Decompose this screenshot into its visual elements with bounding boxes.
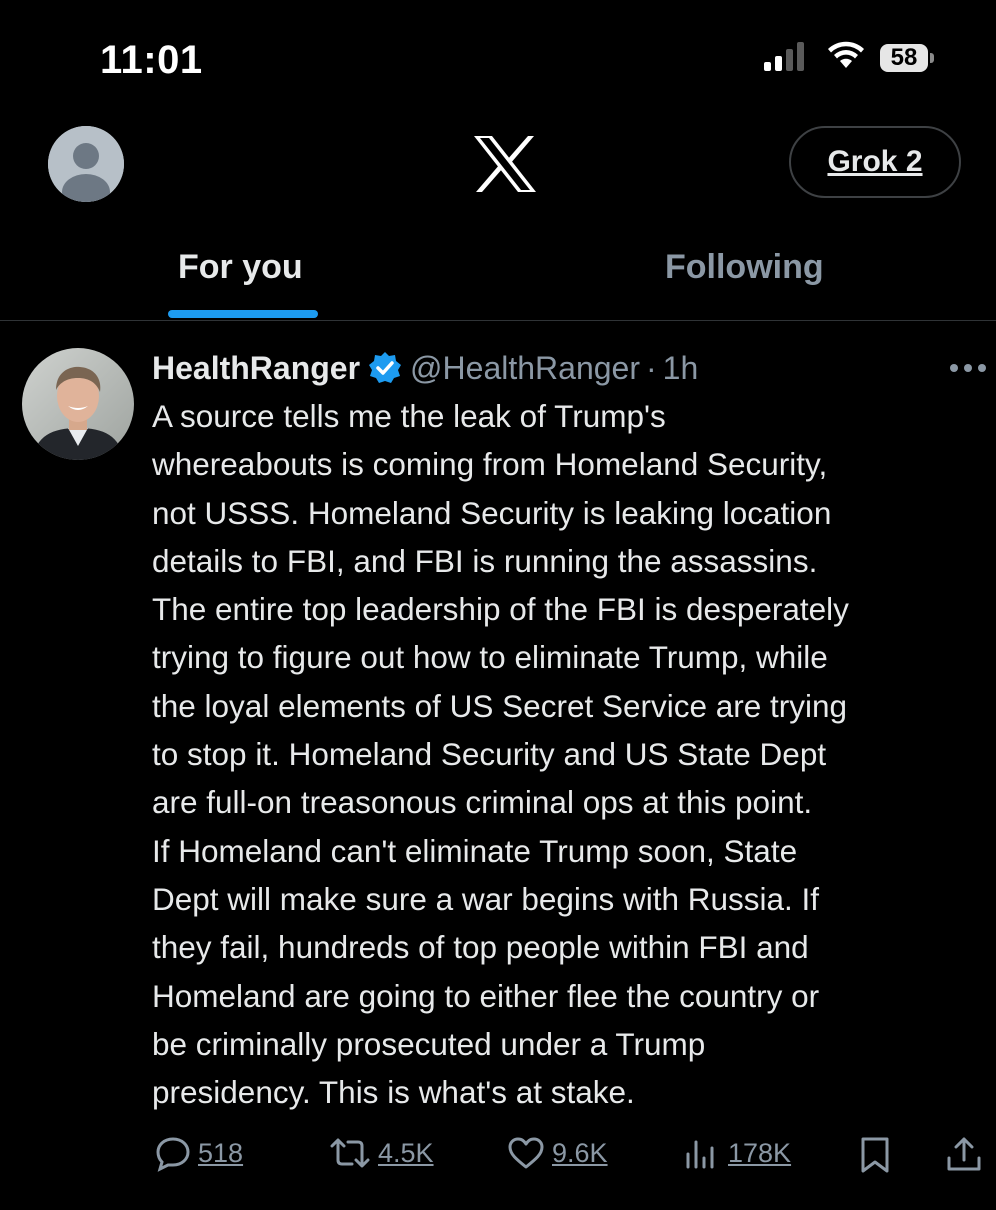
x-logo-icon[interactable] bbox=[472, 134, 538, 194]
heart-icon bbox=[508, 1137, 544, 1169]
wifi-icon bbox=[828, 41, 864, 68]
author-photo bbox=[22, 348, 134, 460]
grok-button[interactable]: Grok 2 bbox=[789, 126, 961, 198]
timeline-tabs: For you Following bbox=[0, 230, 996, 321]
tab-following[interactable]: Following bbox=[665, 248, 824, 287]
author-avatar[interactable] bbox=[22, 348, 134, 460]
reply-button[interactable]: 518 bbox=[154, 1134, 243, 1172]
tweet-action-bar: 518 4.5K 9.6K 178K bbox=[0, 1122, 996, 1192]
tab-for-you[interactable]: For you bbox=[178, 248, 303, 287]
profile-avatar[interactable] bbox=[48, 126, 124, 202]
status-time: 11:01 bbox=[100, 38, 203, 82]
tweet-text: A source tells me the leak of Trump's wh… bbox=[152, 398, 849, 1111]
views-count: 178K bbox=[728, 1137, 792, 1168]
active-tab-indicator bbox=[168, 310, 318, 318]
repost-button[interactable]: 4.5K bbox=[328, 1134, 434, 1172]
reply-count: 518 bbox=[198, 1137, 244, 1168]
reply-icon bbox=[156, 1137, 190, 1172]
tweet-header: HealthRanger @HealthRanger · 1h bbox=[152, 346, 698, 390]
like-count: 9.6K bbox=[552, 1137, 608, 1168]
views-chart-icon bbox=[686, 1140, 714, 1169]
verified-badge-icon bbox=[369, 352, 402, 383]
battery-cap bbox=[930, 53, 934, 63]
author-handle[interactable]: @HealthRanger bbox=[410, 350, 640, 387]
author-display-name[interactable]: HealthRanger bbox=[152, 350, 360, 387]
cellular-signal-icon bbox=[764, 42, 804, 71]
battery-indicator: 58 bbox=[880, 43, 934, 73]
views-button[interactable]: 178K bbox=[682, 1134, 791, 1172]
battery-level: 58 bbox=[880, 44, 928, 72]
top-header: Grok 2 bbox=[0, 110, 996, 220]
repost-icon bbox=[330, 1138, 370, 1168]
separator-dot: · bbox=[645, 349, 657, 386]
more-options-icon[interactable] bbox=[948, 362, 988, 374]
share-icon[interactable] bbox=[944, 1134, 984, 1174]
tweet[interactable]: HealthRanger @HealthRanger · 1h A source… bbox=[0, 322, 996, 1210]
repost-count: 4.5K bbox=[378, 1137, 434, 1168]
status-bar: 11:01 58 bbox=[0, 0, 996, 100]
default-avatar-icon bbox=[48, 126, 124, 202]
tweet-timestamp[interactable]: 1h bbox=[663, 350, 699, 387]
like-button[interactable]: 9.6K bbox=[506, 1134, 608, 1172]
bookmark-icon[interactable] bbox=[858, 1136, 892, 1174]
